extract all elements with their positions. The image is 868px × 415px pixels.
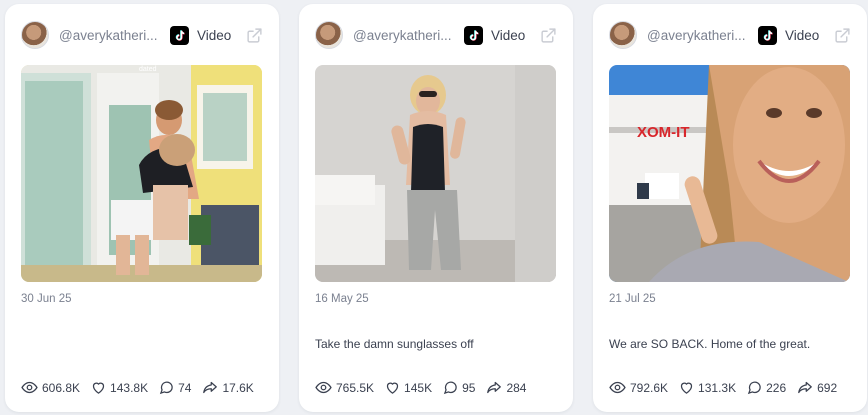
shares-count: 284 bbox=[506, 380, 527, 395]
views-stat: 606.8K bbox=[21, 379, 80, 396]
avatar[interactable] bbox=[21, 21, 49, 49]
author-handle[interactable]: @averykatheri... bbox=[353, 28, 456, 43]
eye-icon bbox=[21, 381, 38, 394]
eye-icon bbox=[315, 381, 332, 394]
stats-row: 606.8K 143.8K 74 17.6K bbox=[21, 379, 269, 396]
store-sign-text: XOM-IT bbox=[637, 124, 690, 141]
post-date: 30 Jun 25 bbox=[21, 293, 72, 305]
platform-label: Video bbox=[491, 27, 526, 43]
card-header: @averykatheri... Video bbox=[609, 20, 851, 50]
comment-icon bbox=[159, 381, 173, 395]
post-card[interactable]: @averykatheri... Video dated 30 Jun 25 6… bbox=[5, 4, 279, 412]
card-header: @averykatheri... Video bbox=[21, 20, 263, 50]
comment-icon bbox=[747, 381, 761, 395]
stats-row: 792.6K 131.3K 226 692 bbox=[609, 379, 857, 396]
views-stat: 792.6K bbox=[609, 379, 668, 396]
video-thumbnail[interactable] bbox=[315, 65, 556, 282]
likes-stat: 131.3K bbox=[679, 380, 736, 395]
post-caption: Take the damn sunglasses off bbox=[315, 337, 474, 351]
external-link-icon[interactable] bbox=[539, 26, 557, 44]
comments-count: 95 bbox=[462, 380, 476, 395]
post-date: 16 May 25 bbox=[315, 293, 369, 305]
card-header: @averykatheri... Video bbox=[315, 20, 557, 50]
video-thumbnail[interactable]: dated bbox=[21, 65, 262, 282]
comments-stat: 74 bbox=[159, 380, 191, 395]
likes-stat: 145K bbox=[385, 380, 432, 395]
tiktok-icon bbox=[464, 25, 483, 45]
views-count: 792.6K bbox=[630, 380, 669, 395]
stats-row: 765.5K 145K 95 284 bbox=[315, 379, 563, 396]
comments-stat: 95 bbox=[443, 380, 475, 395]
likes-count: 145K bbox=[404, 380, 433, 395]
views-stat: 765.5K bbox=[315, 379, 374, 396]
post-caption: We are SO BACK. Home of the great. bbox=[609, 337, 811, 351]
avatar[interactable] bbox=[609, 21, 637, 49]
eye-icon bbox=[609, 381, 626, 394]
tiktok-icon bbox=[170, 25, 189, 45]
shares-stat: 17.6K bbox=[202, 380, 254, 395]
external-link-icon[interactable] bbox=[245, 26, 263, 44]
comment-icon bbox=[443, 381, 457, 395]
views-count: 606.8K bbox=[42, 380, 81, 395]
heart-icon bbox=[92, 382, 105, 394]
video-thumbnail[interactable]: XOM-IT bbox=[609, 65, 850, 282]
shares-stat: 284 bbox=[486, 380, 526, 395]
comments-count: 226 bbox=[766, 380, 787, 395]
platform-label: Video bbox=[785, 27, 820, 43]
author-handle[interactable]: @averykatheri... bbox=[647, 28, 750, 43]
platform-label: Video bbox=[197, 27, 232, 43]
comments-count: 74 bbox=[178, 380, 192, 395]
avatar[interactable] bbox=[315, 21, 343, 49]
post-card[interactable]: @averykatheri... Video XOM-IT 21 Jul 25 … bbox=[593, 4, 867, 412]
overlay-text: dated bbox=[139, 66, 157, 73]
shares-count: 17.6K bbox=[222, 380, 254, 395]
likes-count: 131.3K bbox=[698, 380, 737, 395]
heart-icon bbox=[386, 382, 399, 394]
share-icon bbox=[203, 381, 218, 394]
tiktok-icon bbox=[758, 25, 777, 45]
comments-stat: 226 bbox=[747, 380, 786, 395]
heart-icon bbox=[680, 382, 693, 394]
post-date: 21 Jul 25 bbox=[609, 293, 656, 305]
shares-stat: 692 bbox=[797, 380, 837, 395]
likes-stat: 143.8K bbox=[91, 380, 148, 395]
share-icon bbox=[487, 381, 502, 394]
likes-count: 143.8K bbox=[110, 380, 149, 395]
external-link-icon[interactable] bbox=[833, 26, 851, 44]
views-count: 765.5K bbox=[336, 380, 375, 395]
post-card[interactable]: @averykatheri... Video 16 May 25 Take th… bbox=[299, 4, 573, 412]
shares-count: 692 bbox=[817, 380, 838, 395]
author-handle[interactable]: @averykatheri... bbox=[59, 28, 162, 43]
share-icon bbox=[798, 381, 812, 394]
